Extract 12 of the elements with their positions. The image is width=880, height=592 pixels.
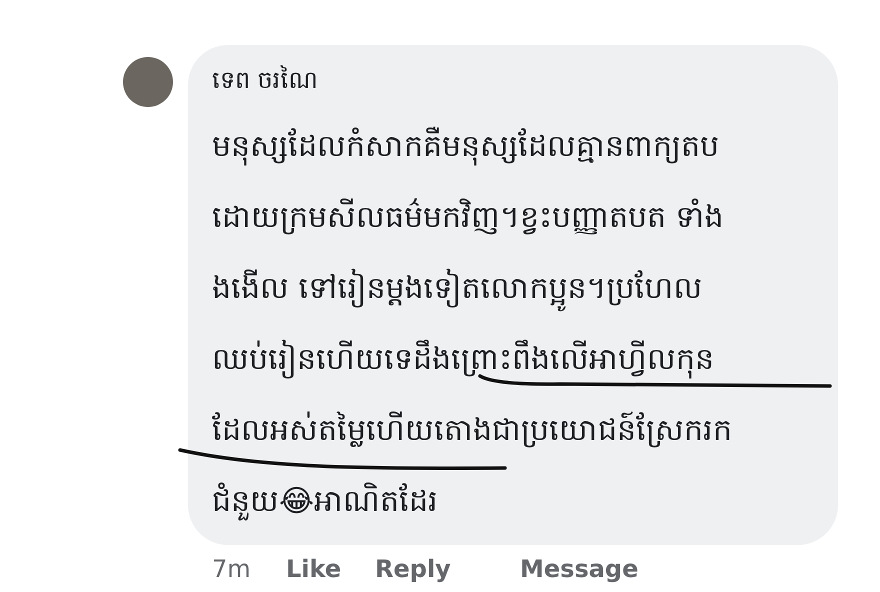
- comment-text-line: ឈប់រៀនហើយទេដឹងព្រោះពឹងលើអាហ្វីលកុន: [212, 340, 714, 380]
- comment-text-line: ដោយក្រមសីលធម៌មកវិញ។ខ្វះបញ្ញាតបត ទាំង: [212, 198, 724, 237]
- avatar[interactable]: [123, 57, 173, 107]
- like-link[interactable]: Like: [286, 557, 375, 581]
- author-name[interactable]: ទេព ចរណៃ: [212, 63, 838, 97]
- comment-time: 7m: [212, 557, 252, 581]
- comment-text-line: មនុស្សដែលកំសាកគឺមនុស្សដែលគ្មានពាក្យតប: [212, 127, 719, 167]
- comment-text-line: ងងើល ទៅរៀនម្តងទៀតលោកប្អូន។ប្រហែល: [212, 269, 703, 309]
- comment-text-line: ដែលអស់តម្លៃហើយតោងជាប្រយោជន៍ស្រែករក: [212, 411, 732, 450]
- message-link[interactable]: Message: [520, 557, 638, 581]
- comment-text-line: ជំនួយ😂អាណិតដែរ: [212, 482, 438, 522]
- reply-link[interactable]: Reply: [375, 557, 520, 581]
